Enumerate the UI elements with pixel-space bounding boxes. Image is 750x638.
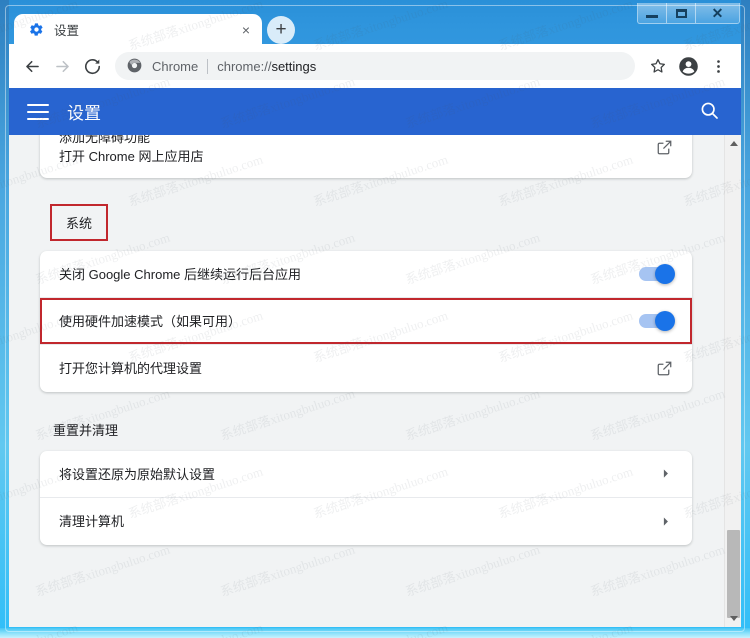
browser-toolbar: Chrome chrome://settings xyxy=(9,44,741,88)
scrollbar-down-arrow[interactable] xyxy=(725,610,741,627)
chrome-browser-window: 设置 × + Chrome chrome://settings 设置 添加无障碍… xyxy=(9,9,741,627)
chevron-down-icon xyxy=(729,616,738,621)
window-border-left xyxy=(0,0,9,638)
external-link-icon[interactable] xyxy=(656,360,673,377)
window-border-right xyxy=(741,0,750,638)
omnibox[interactable]: Chrome chrome://settings xyxy=(115,52,635,80)
external-link-icon[interactable] xyxy=(656,139,673,156)
background-apps-label-wrap: 关闭 Google Chrome 后继续运行后台应用 xyxy=(59,265,639,284)
reset-section-heading: 重置并清理 xyxy=(53,423,119,438)
restore-defaults-label: 将设置还原为原始默认设置 xyxy=(59,466,216,482)
window-border-bottom xyxy=(0,628,750,638)
reload-button[interactable] xyxy=(77,51,107,81)
settings-page: 设置 添加无障碍功能 打开 Chrome 网上应用店 系统 关闭 Google … xyxy=(9,88,741,627)
clean-computer-label-wrap: 清理计算机 xyxy=(59,512,659,531)
toggle-knob xyxy=(655,264,675,284)
clean-computer-row[interactable]: 清理计算机 xyxy=(40,498,692,545)
url-path: settings xyxy=(271,58,317,74)
hardware-acceleration-label-wrap: 使用硬件加速模式（如果可用） xyxy=(59,312,639,331)
settings-scroll-area: 添加无障碍功能 打开 Chrome 网上应用店 系统 关闭 Google Chr… xyxy=(9,135,741,627)
accessibility-line1: 添加无障碍功能 xyxy=(59,135,151,145)
tab-title: 设置 xyxy=(54,24,80,38)
clean-computer-label: 清理计算机 xyxy=(59,514,125,529)
toggle-knob xyxy=(655,311,675,331)
search-icon[interactable] xyxy=(699,100,723,124)
scrollbar-thumb[interactable] xyxy=(727,530,740,618)
hamburger-icon[interactable] xyxy=(27,103,49,120)
accessibility-line2: 打开 Chrome 网上应用店 xyxy=(59,149,204,164)
system-heading-wrap: 系统 xyxy=(40,186,692,251)
tab-close-icon[interactable]: × xyxy=(238,22,254,38)
scrollbar-up-arrow[interactable] xyxy=(725,135,741,152)
gear-icon xyxy=(28,22,44,38)
accessibility-row[interactable]: 添加无障碍功能 打开 Chrome 网上应用店 xyxy=(40,135,692,178)
settings-header-bar: 设置 xyxy=(9,88,741,135)
page-title: 设置 xyxy=(67,104,101,123)
new-tab-button[interactable]: + xyxy=(267,16,295,44)
omnibox-divider xyxy=(207,58,209,74)
tab-settings[interactable]: 设置 × xyxy=(14,14,262,45)
proxy-settings-row[interactable]: 打开您计算机的代理设置 xyxy=(40,345,692,392)
chrome-logo-icon xyxy=(127,58,143,74)
system-section-heading: 系统 xyxy=(50,204,109,241)
settings-content: 添加无障碍功能 打开 Chrome 网上应用店 系统 关闭 Google Chr… xyxy=(9,135,723,553)
omnibox-secure-label: Chrome xyxy=(152,58,199,74)
chevron-right-icon[interactable] xyxy=(659,515,673,529)
proxy-settings-label: 打开您计算机的代理设置 xyxy=(59,361,203,376)
bookmark-star-icon[interactable] xyxy=(643,51,673,81)
background-apps-label: 关闭 Google Chrome 后继续运行后台应用 xyxy=(59,266,301,282)
profile-avatar-icon[interactable] xyxy=(673,51,703,81)
url-scheme: chrome:// xyxy=(217,58,272,74)
forward-button[interactable] xyxy=(47,51,77,81)
restore-defaults-label-wrap: 将设置还原为原始默认设置 xyxy=(59,465,659,484)
proxy-settings-label-wrap: 打开您计算机的代理设置 xyxy=(59,359,656,378)
chevron-right-icon[interactable] xyxy=(659,467,673,481)
restore-defaults-row[interactable]: 将设置还原为原始默认设置 xyxy=(40,451,692,498)
background-apps-toggle[interactable] xyxy=(639,264,675,284)
chevron-up-icon xyxy=(729,141,738,146)
settings-scrollbar[interactable] xyxy=(724,135,741,627)
system-card: 关闭 Google Chrome 后继续运行后台应用 使用硬件加速模式（如果可用… xyxy=(40,251,692,392)
accessibility-card: 添加无障碍功能 打开 Chrome 网上应用店 xyxy=(40,135,692,178)
tab-strip: 设置 × + xyxy=(9,9,741,45)
background-apps-row[interactable]: 关闭 Google Chrome 后继续运行后台应用 xyxy=(40,251,692,298)
browser-menu-icon[interactable] xyxy=(703,51,733,81)
hardware-acceleration-row[interactable]: 使用硬件加速模式（如果可用） xyxy=(40,298,692,345)
omnibox-url-text: chrome://settings xyxy=(217,59,316,74)
accessibility-row-text: 添加无障碍功能 打开 Chrome 网上应用店 xyxy=(59,135,656,166)
hardware-acceleration-label: 使用硬件加速模式（如果可用） xyxy=(59,313,242,329)
reset-card: 将设置还原为原始默认设置 清理计算机 xyxy=(40,451,692,545)
hardware-acceleration-toggle[interactable] xyxy=(639,311,675,331)
back-button[interactable] xyxy=(17,51,47,81)
